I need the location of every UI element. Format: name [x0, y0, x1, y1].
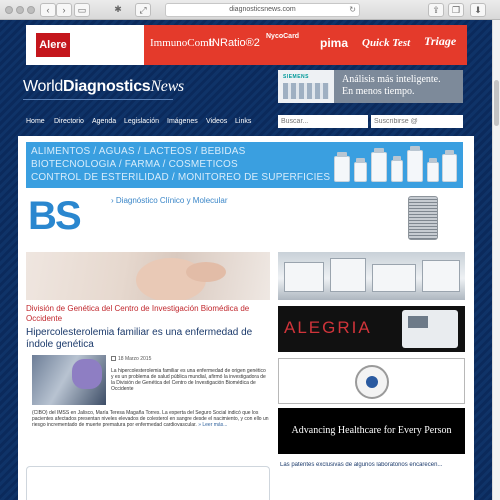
download-icon[interactable]: ⬇: [470, 3, 486, 17]
seal-ad[interactable]: [278, 358, 465, 404]
alere-logo-tile: Alere: [26, 25, 144, 65]
web-page: Alere ImmunoComb INRatio®2 NycoCard pima…: [0, 20, 492, 500]
logo-diagnostics: Diagnostics: [63, 78, 151, 95]
search-input[interactable]: [278, 115, 368, 128]
nav-agenda[interactable]: Agenda: [92, 118, 116, 125]
nav-legislacion[interactable]: Legislación: [124, 118, 159, 125]
article-kicker[interactable]: División de Genética del Centro de Inves…: [26, 304, 266, 324]
logo-world: World: [23, 78, 63, 95]
nav-links[interactable]: Links: [235, 118, 251, 125]
tabs-icon[interactable]: ❐: [448, 3, 464, 17]
industry-banner-ad[interactable]: ALIMENTOS / AGUAS / LACTEOS / BEBIDAS BI…: [26, 142, 463, 188]
sidebar-icon[interactable]: ▭: [74, 3, 90, 17]
baby-hand-image: [186, 262, 226, 282]
address-bar[interactable]: diagnosticsnews.com ↻: [165, 3, 360, 17]
bs-logo-s: S: [55, 194, 82, 238]
alegria-logo: ALEGRIA: [284, 318, 372, 337]
bs-logo-b: B: [28, 194, 57, 238]
nav-directorio[interactable]: Directorio: [54, 118, 84, 125]
lab-machine-image: [372, 264, 416, 292]
alegria-ad[interactable]: ALEGRIA: [278, 306, 465, 352]
next-article-card[interactable]: [26, 466, 270, 500]
alere-logo: Alere: [36, 33, 70, 57]
analyzer-image: [283, 83, 329, 99]
advancing-healthcare-ad[interactable]: Advancing Healthcare for Every Person: [278, 408, 465, 454]
banner-line2: BIOTECNOLOGIA / FARMA / COSMETICOS: [31, 159, 238, 170]
reload-icon[interactable]: ↻: [349, 4, 356, 16]
logo-underline: [23, 99, 173, 100]
brand-immunocomb: ImmunoComb: [150, 37, 215, 49]
article-headline[interactable]: Hipercolesterolemia familiar es una enfe…: [26, 327, 266, 351]
siemens-slogan: Análisis más inteligente. En menos tiemp…: [342, 74, 441, 98]
article-body-top: La hipercolesterolemia familiar es una e…: [111, 368, 266, 392]
brand-nycocard: NycoCard: [266, 33, 300, 40]
article-date-text: 18 Marzo 2015: [118, 356, 152, 362]
bs-logo[interactable]: B S: [28, 196, 84, 236]
lab-machine-image: [422, 260, 460, 292]
siemens-product-image: SIEMENS: [278, 70, 334, 103]
sidebar-teaser[interactable]: Las patentes exclusivas de algunos labor…: [280, 462, 466, 468]
nav-videos[interactable]: Videos: [206, 118, 227, 125]
banner-line3: CONTROL DE ESTERILIDAD / MONITOREO DE SU…: [31, 172, 331, 183]
lab-equipment-ad[interactable]: [278, 252, 465, 300]
brand-inratio: INRatio®2: [209, 37, 260, 49]
article-body-bottom-text: (CIBO) del IMSS en Jalisco, María Teresa…: [32, 410, 269, 428]
back-button[interactable]: ‹: [40, 3, 56, 17]
nav-imagenes[interactable]: Imágenes: [167, 118, 198, 125]
lab-machine-image: [330, 258, 366, 292]
nav-home[interactable]: Home: [26, 118, 45, 125]
brand-quick-test: Quick Test: [362, 37, 411, 49]
siemens-slogan-line1: Análisis más inteligente.: [342, 74, 441, 85]
forward-button[interactable]: ›: [56, 3, 72, 17]
alegria-device-image: [402, 310, 458, 348]
extension-icon[interactable]: ✱: [110, 3, 126, 17]
banner-line1: ALIMENTOS / AGUAS / LACTEOS / BEBIDAS: [31, 146, 246, 157]
alere-ad-banner[interactable]: Alere ImmunoComb INRatio®2 NycoCard pima…: [26, 25, 467, 65]
seal-icon: [355, 365, 389, 399]
scrollbar-thumb[interactable]: [494, 80, 499, 126]
brand-triage: Triage: [424, 34, 457, 48]
reader-icon[interactable]: ⤢: [135, 3, 151, 17]
read-more-link[interactable]: » Leer más...: [198, 422, 227, 428]
article-body-bottom: (CIBO) del IMSS en Jalisco, María Teresa…: [32, 410, 270, 428]
siemens-logo: SIEMENS: [283, 74, 310, 80]
minimize-window-icon[interactable]: [16, 6, 24, 14]
content-area: ALIMENTOS / AGUAS / LACTEOS / BEBIDAS BI…: [18, 136, 474, 500]
article-date: 18 Marzo 2015: [111, 356, 151, 362]
calendar-icon: [111, 356, 116, 361]
brand-pima: pima: [320, 36, 349, 50]
glove-image: [72, 359, 102, 389]
close-window-icon[interactable]: [5, 6, 13, 14]
url-text: diagnosticsnews.com: [229, 6, 296, 13]
siemens-ad-banner[interactable]: SIEMENS Análisis más inteligente. En men…: [278, 70, 463, 103]
subscribe-input[interactable]: [371, 115, 463, 128]
page-scrollbar[interactable]: [492, 20, 500, 500]
lab-machine-image: [284, 262, 324, 292]
share-icon[interactable]: ⇪: [428, 3, 444, 17]
filter-cartridge-image: [408, 196, 438, 240]
browser-toolbar: ‹ › ▭ ✱ ⤢ diagnosticsnews.com ↻ ⇪ ❐ ⬇: [0, 0, 500, 20]
siemens-slogan-line2: En menos tiempo.: [342, 86, 415, 97]
logo-news: News: [150, 78, 184, 95]
bs-diagnostico-link[interactable]: › Diagnóstico Clínico y Molecular: [111, 196, 228, 205]
zoom-window-icon[interactable]: [27, 6, 35, 14]
article-hero-image[interactable]: [26, 252, 270, 300]
site-logo[interactable]: WorldDiagnosticsNews: [23, 78, 184, 96]
article-thumbnail[interactable]: [32, 355, 106, 405]
